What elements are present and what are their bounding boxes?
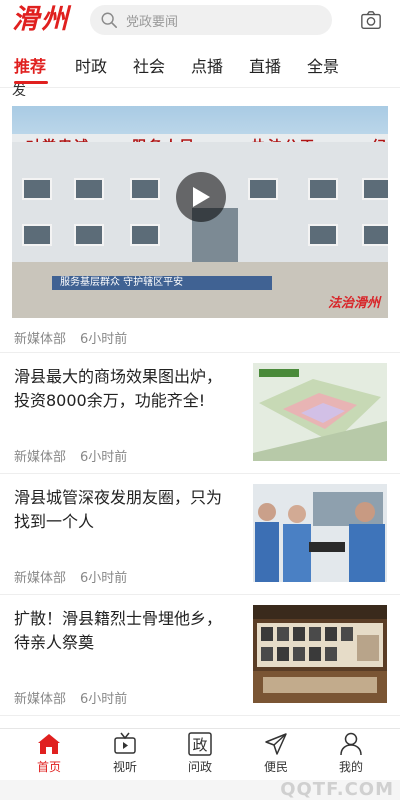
- nav-home-label: 首页: [36, 760, 61, 774]
- bottom-navigation: 首页 视听 政 问政 便民 我的: [0, 728, 400, 780]
- article-title-3[interactable]: 扩散！滑县籍烈士骨埋他乡，待亲人祭奠: [14, 607, 236, 655]
- tab-live[interactable]: 直播: [249, 56, 281, 78]
- video-ticker: 服务基层群众 守护辖区平安: [52, 276, 272, 290]
- nav-inquiry[interactable]: 政 问政: [170, 731, 230, 775]
- nav-profile-label: 我的: [338, 760, 363, 774]
- article-source-1: 新媒体部: [14, 450, 67, 465]
- nav-service[interactable]: 便民: [246, 731, 306, 775]
- nav-av-label: 视听: [112, 760, 137, 774]
- article-meta-1: 新媒体部 6小时前: [14, 446, 127, 465]
- video-window: [22, 224, 52, 246]
- divider: [0, 352, 400, 353]
- video-window: [74, 224, 104, 246]
- play-button[interactable]: [176, 172, 226, 222]
- tab-recommend[interactable]: 推荐: [14, 56, 46, 78]
- officers-photo-image: [253, 484, 387, 582]
- divider: [0, 594, 400, 595]
- camera-icon[interactable]: [360, 9, 382, 31]
- tab-society[interactable]: 社会: [133, 56, 165, 78]
- tab-panorama[interactable]: 全景: [307, 56, 339, 78]
- video-window: [308, 224, 338, 246]
- category-tabs: 推荐 时政 社会 点播 直播 全景: [0, 48, 400, 88]
- article-title-1[interactable]: 滑县最大的商场效果图出炉，投资8000余万，功能齐全!: [14, 365, 236, 413]
- nav-home[interactable]: 首页: [19, 731, 79, 775]
- video-time: 6小时前: [80, 332, 128, 347]
- nav-service-label: 便民: [263, 760, 288, 774]
- divider: [0, 715, 400, 716]
- search-placeholder: 党政要闻: [126, 14, 179, 30]
- app-logo: 滑州: [12, 4, 70, 35]
- search-icon: [101, 12, 118, 29]
- send-icon: [265, 733, 287, 755]
- video-window: [362, 178, 388, 200]
- tab-on-demand[interactable]: 点播: [191, 56, 223, 78]
- play-icon: [193, 187, 210, 207]
- video-window: [22, 178, 52, 200]
- user-icon: [340, 732, 362, 756]
- video-window: [130, 224, 160, 246]
- article-title-2[interactable]: 滑县城管深夜发朋友圈，只为找到一个人: [14, 486, 236, 534]
- nav-inquiry-label: 问政: [187, 760, 212, 774]
- video-window: [74, 178, 104, 200]
- article-time-2: 6小时前: [80, 571, 128, 586]
- article-thumbnail-3[interactable]: [253, 605, 387, 703]
- video-watermark: 法治滑州: [327, 296, 380, 311]
- article-thumbnail-2[interactable]: [253, 484, 387, 582]
- nav-av[interactable]: 视听: [95, 731, 155, 775]
- svg-text:政: 政: [192, 736, 207, 754]
- video-thumbnail[interactable]: 对党忠诚 服务人民 执法公正 纪 服务基层群众 守护辖区平安 法治滑州: [12, 106, 388, 318]
- cut-off-title: 发: [12, 84, 26, 96]
- article-time-1: 6小时前: [80, 450, 128, 465]
- article-source-2: 新媒体部: [14, 571, 67, 586]
- article-meta-2: 新媒体部 6小时前: [14, 567, 127, 586]
- video-source: 新媒体部: [14, 332, 67, 347]
- nav-profile[interactable]: 我的: [321, 731, 381, 775]
- article-source-3: 新媒体部: [14, 692, 67, 707]
- video-window: [248, 178, 278, 200]
- mall-rendering-image: [253, 363, 387, 461]
- video-window: [130, 178, 160, 200]
- article-meta-3: 新媒体部 6小时前: [14, 688, 127, 707]
- app-header: 滑州 党政要闻: [0, 0, 400, 44]
- zheng-icon: 政: [188, 732, 212, 756]
- tv-icon: [114, 732, 136, 754]
- article-time-3: 6小时前: [80, 692, 128, 707]
- article-thumbnail-1[interactable]: [253, 363, 387, 461]
- memorial-hall-image: [253, 605, 387, 703]
- home-icon: [38, 734, 60, 754]
- search-bar[interactable]: 党政要闻: [90, 5, 332, 35]
- tab-politics[interactable]: 时政: [75, 56, 107, 78]
- video-window: [308, 178, 338, 200]
- video-window: [362, 224, 388, 246]
- video-meta: 新媒体部 6小时前: [14, 328, 127, 347]
- divider: [0, 473, 400, 474]
- site-watermark: QQTF.COM: [280, 779, 394, 800]
